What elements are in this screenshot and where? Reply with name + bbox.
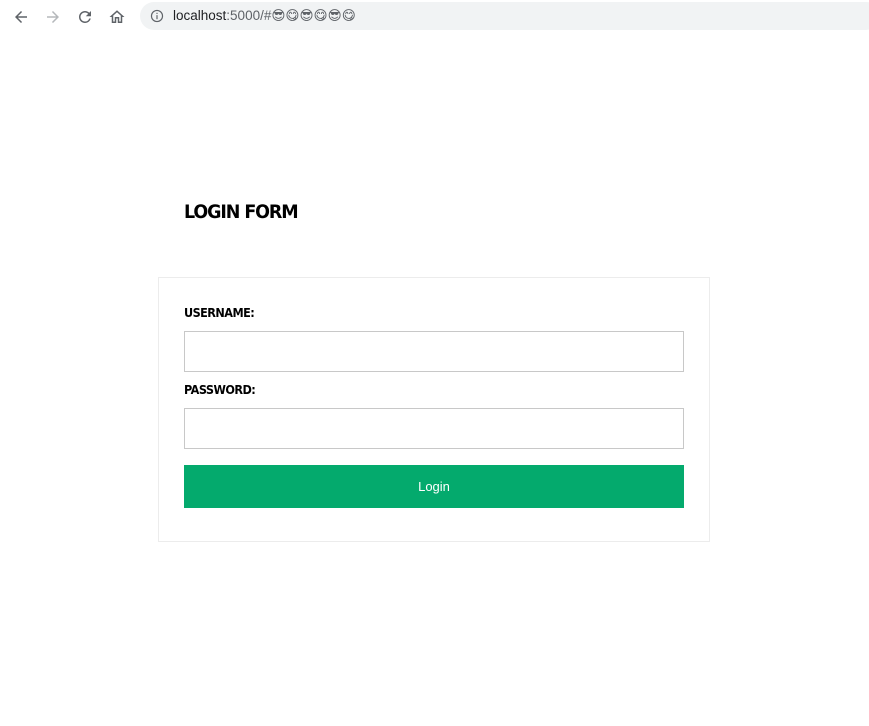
username-input[interactable]	[184, 331, 684, 372]
home-icon	[109, 10, 125, 23]
back-button[interactable]	[8, 4, 34, 30]
url-path: :5000/#😎😋😎😋😎😋	[226, 8, 356, 23]
login-form: USERNAME: PASSWORD: Login	[158, 277, 710, 542]
arrow-left-icon	[15, 11, 27, 23]
forward-button[interactable]	[40, 4, 66, 30]
username-label: USERNAME:	[184, 305, 255, 320]
address-bar[interactable]: localhost:5000/#😎😋😎😋😎😋	[140, 2, 869, 30]
arrow-right-icon	[47, 11, 59, 23]
url-text[interactable]: localhost:5000/#😎😋😎😋😎😋	[173, 8, 356, 24]
url-host: localhost	[173, 8, 227, 23]
password-label: PASSWORD:	[184, 382, 256, 397]
info-icon[interactable]	[150, 9, 164, 23]
login-button[interactable]: Login	[184, 465, 684, 508]
reload-button[interactable]	[72, 4, 98, 30]
browser-toolbar: localhost:5000/#😎😋😎😋😎😋	[0, 0, 869, 34]
reload-icon	[79, 10, 91, 23]
password-input[interactable]	[184, 408, 684, 449]
home-button[interactable]	[104, 4, 130, 30]
page-title: LOGIN FORM	[184, 201, 299, 223]
